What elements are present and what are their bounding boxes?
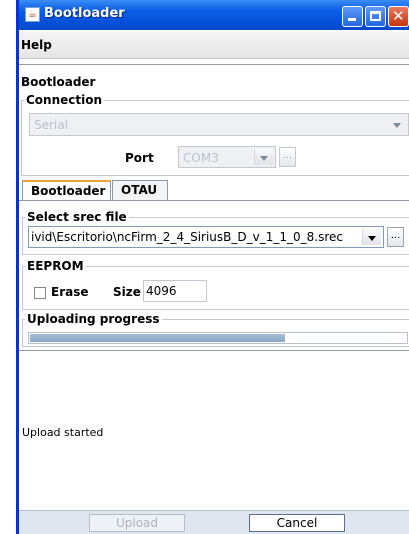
window-title: Bootloader: [44, 6, 125, 21]
eeprom-group: EEPROM Erase Size 4096: [22, 259, 409, 310]
minimize-button[interactable]: [342, 6, 363, 27]
srec-file-value: ivid\Escritorio\ncFirm_2_4_SiriusB_D_v_1…: [31, 230, 343, 244]
port-browse-button[interactable]: ...: [279, 147, 296, 167]
srec-file-select[interactable]: ivid\Escritorio\ncFirm_2_4_SiriusB_D_v_1…: [28, 226, 384, 248]
srec-legend: Select srec file: [25, 210, 129, 224]
eeprom-legend: EEPROM: [25, 259, 86, 273]
close-button[interactable]: ✕: [388, 6, 409, 27]
menu-bar: Help: [19, 32, 409, 59]
divider: [19, 64, 409, 65]
upload-progress-bar: [28, 332, 408, 344]
maximize-icon: [370, 11, 381, 21]
chevron-down-icon: [388, 116, 406, 133]
log-line: Upload started: [22, 426, 104, 439]
section-title: Bootloader: [21, 75, 96, 89]
minimize-icon: [348, 18, 356, 21]
tab-bootloader[interactable]: Bootloader: [22, 180, 111, 201]
connection-type-value: Serial: [34, 118, 68, 132]
connection-type-select[interactable]: Serial: [29, 113, 409, 136]
cancel-button[interactable]: Cancel: [249, 514, 345, 532]
size-label: Size: [113, 285, 141, 299]
upload-button[interactable]: Upload: [89, 514, 185, 532]
close-icon: ✕: [392, 7, 405, 25]
bootloader-window: ☕ Bootloader ✕ Help Bootloader Connectio…: [16, 0, 409, 534]
tab-otau[interactable]: OTAU: [112, 180, 168, 200]
chevron-down-icon: [254, 149, 273, 165]
chevron-down-icon: [362, 229, 381, 245]
upload-progress-fill: [30, 334, 286, 342]
maximize-button[interactable]: [365, 6, 386, 27]
srec-group: Select srec file ivid\Escritorio\ncFirm_…: [22, 210, 409, 255]
port-value: COM3: [183, 151, 219, 165]
progress-legend: Uploading progress: [25, 312, 162, 326]
srec-browse-button[interactable]: ...: [387, 227, 404, 247]
connection-group: Connection Serial Port COM3 ...: [21, 93, 409, 176]
erase-checkbox[interactable]: [34, 287, 46, 299]
log-area[interactable]: Upload started: [19, 350, 409, 510]
erase-label: Erase: [51, 285, 89, 299]
footer-bar: Upload Cancel: [19, 510, 409, 534]
size-value: 4096: [146, 284, 177, 298]
menu-help[interactable]: Help: [21, 38, 52, 52]
port-select[interactable]: COM3: [178, 146, 276, 168]
java-app-icon: ☕: [25, 7, 40, 22]
size-field[interactable]: 4096: [143, 280, 207, 302]
title-bar[interactable]: ☕ Bootloader ✕: [19, 0, 409, 30]
tab-border: [19, 200, 409, 201]
port-label: Port: [125, 151, 154, 165]
connection-legend: Connection: [24, 93, 105, 107]
